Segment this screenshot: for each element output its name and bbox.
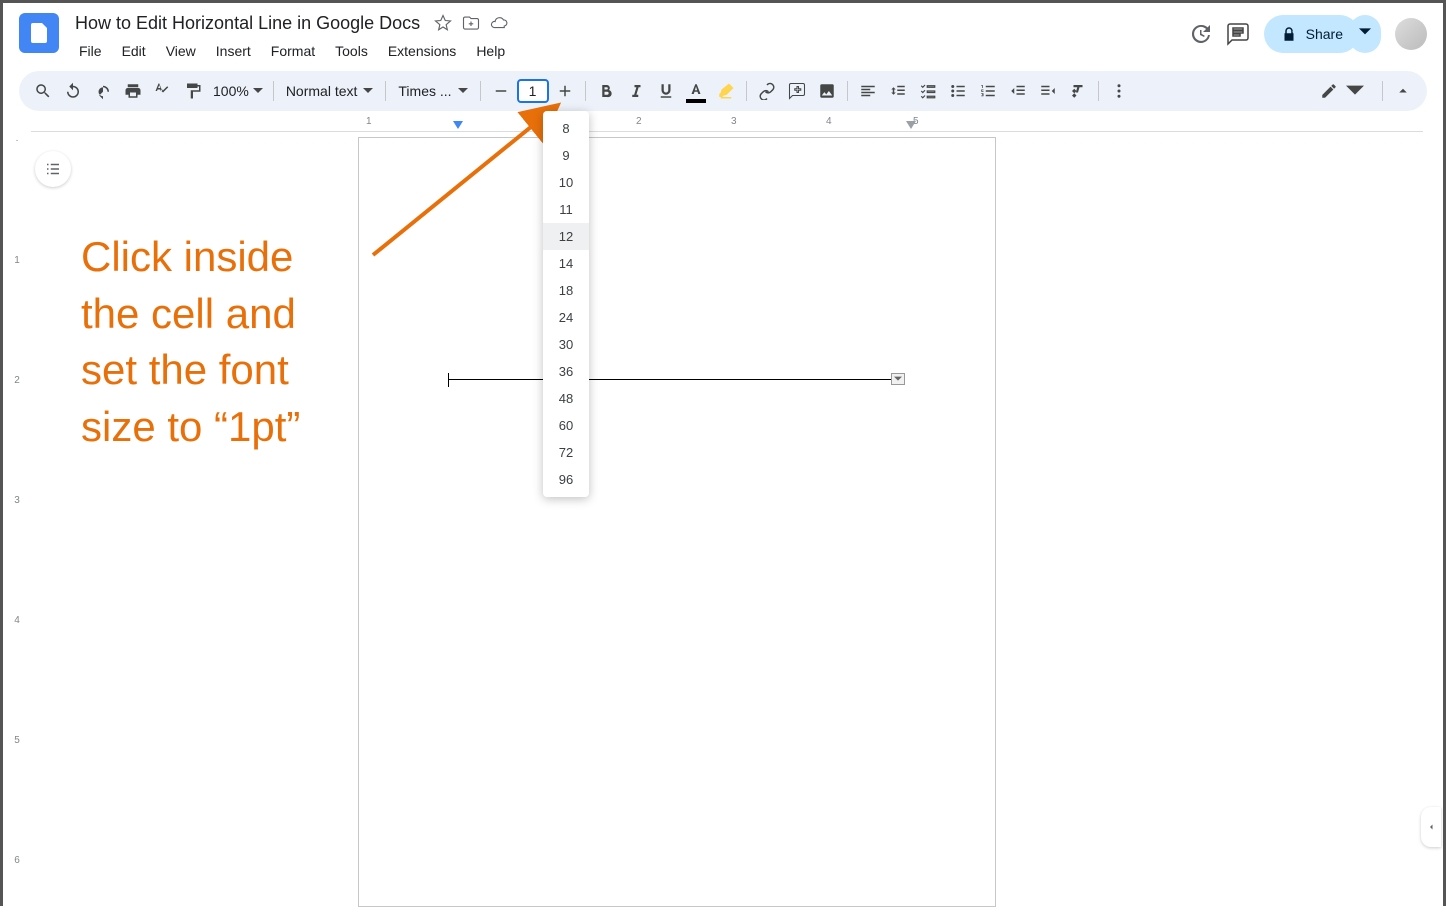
menu-help[interactable]: Help (468, 39, 513, 63)
font-size-option[interactable]: 9 (543, 142, 589, 169)
collapse-toolbar-icon[interactable] (1389, 77, 1417, 105)
menu-bar: File Edit View Insert Format Tools Exten… (71, 39, 1188, 63)
left-indent-marker[interactable] (453, 121, 463, 129)
horizontal-ruler: 1 2 3 4 5 (31, 115, 1443, 133)
font-size-value: 1 (529, 83, 537, 99)
account-avatar[interactable] (1395, 18, 1427, 50)
font-size-option[interactable]: 8 (543, 115, 589, 142)
insert-image-icon[interactable] (813, 77, 841, 105)
star-icon[interactable] (434, 14, 452, 32)
editing-mode-dropdown[interactable] (1308, 82, 1376, 100)
font-size-option[interactable]: 14 (543, 250, 589, 277)
menu-extensions[interactable]: Extensions (380, 39, 464, 63)
document-title[interactable]: How to Edit Horizontal Line in Google Do… (71, 11, 424, 36)
document-page[interactable] (358, 137, 996, 907)
table-dropdown-handle[interactable] (891, 373, 905, 385)
comments-icon[interactable] (1226, 22, 1250, 46)
highlight-color-icon[interactable] (712, 77, 740, 105)
menu-format[interactable]: Format (263, 39, 323, 63)
right-indent-marker[interactable] (906, 121, 916, 129)
move-folder-icon[interactable] (462, 14, 480, 32)
menu-insert[interactable]: Insert (208, 39, 259, 63)
font-size-option[interactable]: 12 (543, 223, 589, 250)
vertical-ruler: · 1 2 3 4 5 6 (3, 115, 31, 913)
share-dropdown[interactable] (1349, 15, 1381, 53)
italic-icon[interactable] (622, 77, 650, 105)
share-button[interactable]: Share (1264, 15, 1359, 53)
menu-tools[interactable]: Tools (327, 39, 376, 63)
docs-logo[interactable] (19, 13, 59, 53)
increase-font-size-icon[interactable] (551, 77, 579, 105)
line-spacing-icon[interactable] (884, 77, 912, 105)
menu-edit[interactable]: Edit (114, 39, 154, 63)
menu-view[interactable]: View (158, 39, 204, 63)
cloud-status-icon[interactable] (490, 14, 508, 32)
table-cell-cursor (448, 373, 449, 387)
document-outline-button[interactable] (35, 151, 71, 187)
toolbar: 100% Normal text Times ... 1 (19, 71, 1427, 111)
font-size-option[interactable]: 48 (543, 385, 589, 412)
search-menus-icon[interactable] (29, 77, 57, 105)
paint-format-icon[interactable] (179, 77, 207, 105)
print-icon[interactable] (119, 77, 147, 105)
share-label: Share (1306, 26, 1343, 42)
font-size-option[interactable]: 72 (543, 439, 589, 466)
font-size-option[interactable]: 18 (543, 277, 589, 304)
first-line-indent-marker[interactable] (533, 121, 543, 129)
annotation-text: Click inside the cell and set the font s… (81, 229, 300, 456)
font-size-input[interactable]: 1 (517, 79, 549, 103)
font-size-option[interactable]: 24 (543, 304, 589, 331)
decrease-font-size-icon[interactable] (487, 77, 515, 105)
more-options-icon[interactable] (1105, 77, 1133, 105)
paragraph-style-dropdown[interactable]: Normal text (280, 83, 380, 99)
spellcheck-icon[interactable] (149, 77, 177, 105)
text-color-icon[interactable] (682, 77, 710, 105)
table-cell-border (448, 379, 904, 380)
font-size-option[interactable]: 30 (543, 331, 589, 358)
zoom-value: 100% (213, 83, 249, 99)
decrease-indent-icon[interactable] (1004, 77, 1032, 105)
increase-indent-icon[interactable] (1034, 77, 1062, 105)
history-icon[interactable] (1188, 22, 1212, 46)
insert-link-icon[interactable] (753, 77, 781, 105)
bold-icon[interactable] (592, 77, 620, 105)
font-value: Times ... (398, 83, 451, 99)
font-size-option[interactable]: 11 (543, 196, 589, 223)
align-dropdown-icon[interactable] (854, 77, 882, 105)
font-size-option[interactable]: 10 (543, 169, 589, 196)
font-family-dropdown[interactable]: Times ... (392, 83, 473, 99)
side-panel-expand[interactable] (1421, 807, 1441, 847)
font-size-option[interactable]: 60 (543, 412, 589, 439)
clear-formatting-icon[interactable] (1064, 77, 1092, 105)
add-comment-icon[interactable] (783, 77, 811, 105)
checklist-icon[interactable] (914, 77, 942, 105)
font-size-option[interactable]: 36 (543, 358, 589, 385)
bulleted-list-icon[interactable] (944, 77, 972, 105)
font-size-dropdown: 8 9 10 11 12 14 18 24 30 36 48 60 72 96 (543, 111, 589, 497)
underline-icon[interactable] (652, 77, 680, 105)
redo-icon[interactable] (89, 77, 117, 105)
numbered-list-icon[interactable] (974, 77, 1002, 105)
menu-file[interactable]: File (71, 39, 110, 63)
zoom-dropdown[interactable]: 100% (209, 83, 267, 99)
style-value: Normal text (286, 83, 358, 99)
undo-icon[interactable] (59, 77, 87, 105)
font-size-option[interactable]: 96 (543, 466, 589, 493)
